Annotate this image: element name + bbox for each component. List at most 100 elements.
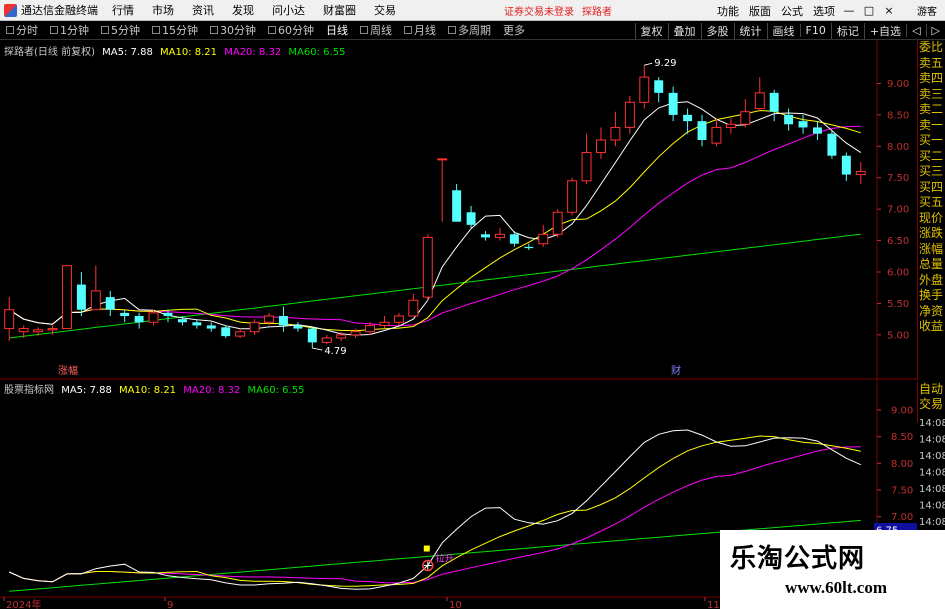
tool-draw[interactable]: 画线 <box>766 22 800 39</box>
period-5min[interactable]: 5分钟 <box>95 22 146 38</box>
main-y-tick-label: 7.00 <box>887 205 909 216</box>
candle-body-down <box>466 212 476 225</box>
period-60min[interactable]: 60分钟 <box>262 22 320 38</box>
side-panel-label: 卖五 <box>919 55 944 70</box>
side-panel-label: 买五 <box>919 195 944 209</box>
sub-y-tick-label: 7.00 <box>891 512 913 523</box>
tool-multistock[interactable]: 多股 <box>700 22 734 39</box>
candle-body-up <box>581 152 592 182</box>
auto-trade-panel[interactable]: 自动 交易 <box>917 382 945 422</box>
quote-side-panel: 委比 卖五 卖四 卖三 卖二 卖一 买一 买二 买三 买四 买五 现价 涨跌 涨幅 总量 外盘 换手 净资 收益 <box>917 40 945 380</box>
period-tick[interactable]: 分时 <box>0 22 44 38</box>
checkbox-icon <box>50 26 58 34</box>
title-bar: 通达信金融终端 行情 市场 资讯 发现 问小达 财富圈 交易 证券交易未登录 探… <box>0 0 945 21</box>
tool-add-watchlist[interactable]: +自选 <box>863 22 906 39</box>
candle-body-down <box>105 297 115 310</box>
tool-layout[interactable]: 版面 <box>749 3 771 19</box>
title-tools: 功能 版面 公式 选项 — □ × 游客 <box>707 0 945 21</box>
candle-body-up <box>379 321 390 326</box>
candle-body-up <box>624 101 635 128</box>
tool-stats[interactable]: 统计 <box>733 22 767 39</box>
candle-body-up <box>18 328 29 333</box>
side-panel-label: 涨跌 <box>919 226 944 240</box>
menu-trade[interactable]: 交易 <box>374 2 396 18</box>
tool-overlay[interactable]: 叠加 <box>667 22 701 39</box>
tool-options[interactable]: 选项 <box>813 3 835 19</box>
main-y-tick-label: 5.50 <box>887 299 909 310</box>
event-tag-finance: 财 <box>671 364 681 377</box>
kline-svg: 9.00 8.50 8.00 7.50 7.00 6.50 6.00 5.50 5.00 9.29… <box>0 40 917 380</box>
low-price-label: 4.79 <box>324 346 346 357</box>
side-panel-label: 买三 <box>919 164 944 178</box>
prev-arrow-icon[interactable]: ◁ <box>906 24 925 37</box>
side-panel-label: 净资 <box>919 303 944 318</box>
period-15min[interactable]: 15分钟 <box>146 22 204 38</box>
candle-body-up <box>725 123 736 128</box>
sub-y-tick-label: 8.00 <box>891 459 913 470</box>
tool-mark[interactable]: 标记 <box>830 22 864 39</box>
candle-body-down <box>481 234 490 238</box>
side-panel-label: 委比 <box>919 40 944 54</box>
period-monthly[interactable]: 月线 <box>398 22 442 38</box>
minimize-button[interactable]: — <box>843 4 855 17</box>
tool-function[interactable]: 功能 <box>717 3 739 19</box>
period-multi[interactable]: 多周期 <box>442 22 497 38</box>
tool-f10[interactable]: F10 <box>799 24 831 37</box>
candle-body-down <box>784 114 794 125</box>
time-tick-label: 14:08 <box>919 451 945 462</box>
time-tick-label: 14:08 <box>919 468 945 479</box>
candle-body-up <box>538 233 549 245</box>
checkbox-icon <box>152 26 160 34</box>
candle-body-down <box>307 328 317 343</box>
checkbox-icon <box>360 26 368 34</box>
side-panel-label: 买二 <box>919 148 944 163</box>
candle-body-up <box>610 126 621 141</box>
candle-body-down <box>683 114 693 122</box>
maximize-button[interactable]: □ <box>863 4 875 17</box>
main-y-tick-label: 9.00 <box>887 79 909 90</box>
time-tick-label: 14:08 <box>919 501 945 512</box>
close-button[interactable]: × <box>883 4 895 17</box>
menu-news[interactable]: 资讯 <box>192 2 214 18</box>
candle-body-up <box>33 329 44 333</box>
tool-formula[interactable]: 公式 <box>781 3 803 19</box>
menu-market[interactable]: 市场 <box>152 2 174 18</box>
kline-chart-panel[interactable]: 探路者(日线 前复权) MA5: 7.88 MA10: 8.21 MA20: 8… <box>0 40 945 380</box>
period-more[interactable]: 更多 <box>497 22 531 38</box>
candle-body-up <box>552 211 563 235</box>
period-weekly[interactable]: 周线 <box>354 22 398 38</box>
period-daily[interactable]: 日线 <box>320 22 354 38</box>
side-panel-label: 收益 <box>919 319 944 333</box>
next-arrow-icon[interactable]: ▷ <box>925 24 945 37</box>
candle-body-down <box>827 133 837 156</box>
tool-adjust[interactable]: 复权 <box>634 22 668 39</box>
high-pointer <box>644 62 653 66</box>
watermark-url: www.60lt.com <box>785 578 887 597</box>
candle-body-up <box>148 312 159 323</box>
login-warning[interactable]: 证券交易未登录 <box>504 3 574 18</box>
candle-body-up <box>264 315 274 323</box>
candle-body-up <box>90 290 101 311</box>
side-panel-label: 总量 <box>919 257 944 271</box>
menu-wealth[interactable]: 财富圈 <box>323 2 356 18</box>
chart-tools: 复权 叠加 多股 统计 画线 F10 标记 +自选 ◁ ▷ <box>634 21 945 40</box>
period-30min[interactable]: 30分钟 <box>204 22 262 38</box>
stock-name-tag: 探路者 <box>582 6 612 18</box>
candle-body-down <box>509 234 519 244</box>
ma5-line <box>8 101 862 336</box>
candle-body-up <box>336 334 347 339</box>
candle-body-up <box>321 337 332 343</box>
sub-y-tick-label: 8.50 <box>891 432 913 443</box>
candle-body-up <box>567 180 578 213</box>
x-tick-label: 2024年 <box>6 598 41 609</box>
candle-body-down <box>293 325 303 329</box>
candle-body-down <box>206 325 216 329</box>
period-1min[interactable]: 1分钟 <box>44 22 95 38</box>
menu-discover[interactable]: 发现 <box>232 2 254 18</box>
signal-square <box>423 545 430 552</box>
menu-quotes[interactable]: 行情 <box>112 2 134 18</box>
app-title: 通达信金融终端 <box>21 4 98 17</box>
candle-body-up <box>855 170 866 176</box>
menu-ask[interactable]: 问小达 <box>272 2 305 18</box>
side-panel-label: 现价 <box>919 210 944 225</box>
